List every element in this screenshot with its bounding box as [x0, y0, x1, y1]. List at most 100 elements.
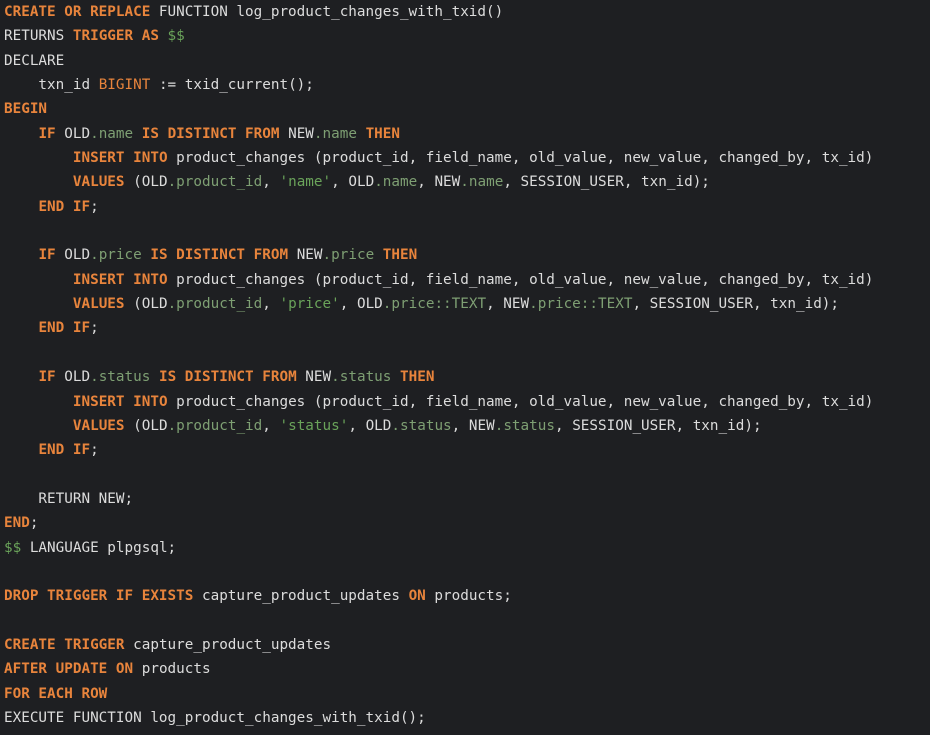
- code-token: CREATE OR REPLACE: [4, 4, 151, 20]
- code-token: , NEW: [417, 174, 461, 191]
- code-token: RETURNS: [4, 28, 73, 45]
- code-token: , OLD: [339, 296, 383, 313]
- code-token: OLD: [55, 247, 91, 264]
- code-token: $$: [158, 28, 185, 45]
- code-token: VALUES: [72, 296, 125, 313]
- code-line: RETURN NEW;: [4, 487, 930, 511]
- code-line: DROP TRIGGER IF EXISTS capture_product_u…: [4, 584, 930, 608]
- code-token: DECLARE: [4, 52, 65, 69]
- code-token: END: [4, 515, 30, 532]
- code-token: FOR EACH ROW: [4, 685, 108, 702]
- code-token: IF: [38, 369, 56, 386]
- code-token: ;: [29, 515, 39, 532]
- code-token: CREATE TRIGGER: [4, 636, 125, 653]
- code-token: IF: [38, 247, 56, 264]
- code-token: NEW: [288, 247, 323, 264]
- code-token: IF: [38, 125, 56, 142]
- code-token: 'name': [279, 174, 332, 191]
- code-token: , NEW: [451, 417, 495, 434]
- code-token: BEGIN: [4, 101, 48, 118]
- code-token: TRIGGER AS: [72, 28, 159, 45]
- code-line: VALUES (OLD.product_id, 'status', OLD.st…: [4, 414, 930, 438]
- code-token: EXECUTE FUNCTION log_product_changes_wit…: [4, 709, 426, 726]
- code-token: THEN: [382, 247, 418, 264]
- code-line: DECLARE: [4, 49, 930, 73]
- code-token: capture_product_updates: [124, 636, 332, 653]
- code-token: .price: [90, 247, 142, 264]
- code-line: INSERT INTO product_changes (product_id,…: [4, 146, 930, 170]
- code-line: INSERT INTO product_changes (product_id,…: [4, 390, 930, 414]
- code-token: INSERT INTO: [72, 271, 168, 288]
- code-token: 'price': [279, 296, 340, 313]
- code-token: product_changes (product_id, field_name,…: [167, 393, 874, 410]
- code-token: END IF: [38, 198, 91, 215]
- code-token: .price: [322, 247, 375, 264]
- code-token: .name: [313, 125, 357, 142]
- code-token: (OLD: [124, 296, 168, 313]
- code-line: IF OLD.status IS DISTINCT FROM NEW.statu…: [4, 365, 930, 389]
- code-token: .price::TEXT: [382, 296, 487, 313]
- code-token: , OLD: [331, 174, 375, 191]
- code-line: RETURNS TRIGGER AS $$: [4, 24, 930, 48]
- code-token: ;: [90, 198, 99, 215]
- code-token: DROP TRIGGER IF EXISTS: [4, 588, 194, 605]
- code-line: BEGIN: [4, 97, 930, 121]
- code-token: , NEW: [486, 296, 530, 313]
- code-token: ;: [90, 320, 99, 337]
- code-line: $$ LANGUAGE plpgsql;: [4, 536, 930, 560]
- code-token: ;: [90, 442, 99, 459]
- code-token: .product_id: [167, 296, 263, 313]
- code-token: THEN: [400, 369, 435, 386]
- code-line: END IF;: [4, 195, 930, 219]
- code-token: IS DISTINCT FROM: [150, 247, 289, 264]
- code-token: OLD: [55, 369, 91, 386]
- code-token: $$: [4, 539, 22, 556]
- code-token: , SESSION_USER, txn_id);: [554, 417, 762, 434]
- code-token: AFTER UPDATE ON: [4, 661, 134, 678]
- code-token: ,: [262, 296, 280, 313]
- code-token: := txid_current();: [150, 77, 314, 94]
- code-token: INSERT INTO: [72, 150, 168, 167]
- code-token: END IF: [38, 320, 91, 337]
- code-token: .name: [460, 174, 504, 191]
- code-editor[interactable]: CREATE OR REPLACE FUNCTION log_product_c…: [0, 0, 930, 735]
- code-token: .status: [494, 417, 555, 434]
- code-token: VALUES: [72, 417, 125, 434]
- code-token: ,: [262, 417, 280, 434]
- code-token: BIGINT: [98, 77, 151, 94]
- code-token: capture_product_updates: [193, 588, 409, 605]
- code-token: .price::TEXT: [529, 296, 633, 313]
- code-line: END;: [4, 511, 930, 535]
- code-line: IF OLD.price IS DISTINCT FROM NEW.price …: [4, 243, 930, 267]
- code-token: , SESSION_USER, txn_id);: [503, 174, 710, 191]
- code-token: ON: [408, 588, 426, 605]
- code-token: .status: [391, 417, 452, 434]
- code-token: , SESSION_USER, txn_id);: [632, 296, 840, 313]
- code-token: OLD: [55, 125, 91, 142]
- code-line: END IF;: [4, 438, 930, 462]
- code-token: IS DISTINCT FROM: [158, 369, 297, 386]
- code-line: VALUES (OLD.product_id, 'name', OLD.name…: [4, 170, 930, 194]
- code-token: 'status': [279, 417, 349, 434]
- code-line: IF OLD.name IS DISTINCT FROM NEW.name TH…: [4, 122, 930, 146]
- code-token: .name: [374, 174, 418, 191]
- code-line: CREATE TRIGGER capture_product_updates: [4, 633, 930, 657]
- code-token: .status: [90, 369, 151, 386]
